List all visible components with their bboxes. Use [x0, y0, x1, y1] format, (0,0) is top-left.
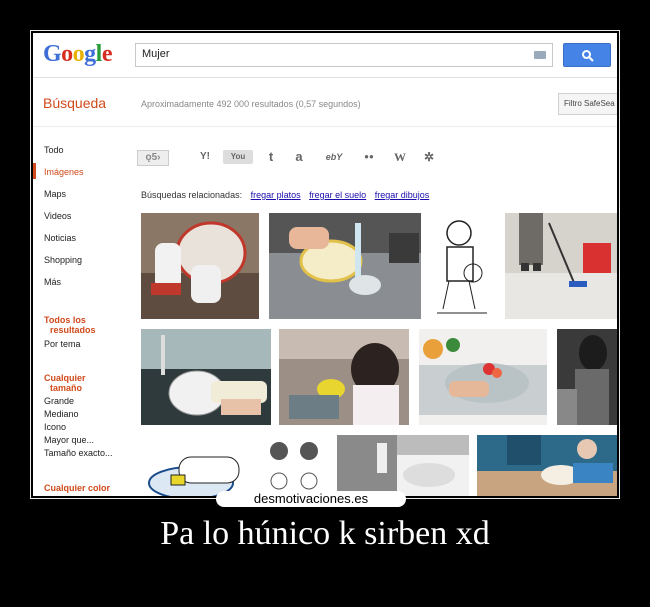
wikipedia-icon[interactable]: W [391, 150, 409, 164]
header-divider [33, 77, 617, 78]
image-result[interactable] [429, 213, 495, 319]
ask-icon[interactable]: ǫ5› [137, 150, 169, 166]
image-result[interactable] [141, 435, 259, 496]
yahoo-icon[interactable]: Y! [195, 150, 215, 164]
image-result[interactable] [141, 213, 259, 319]
filter-size-grande[interactable]: Grande [44, 396, 74, 406]
keyboard-icon[interactable] [534, 51, 546, 59]
logo-letter: G [43, 41, 62, 67]
related-link-fregar-suelo[interactable]: fregar el suelo [309, 190, 366, 200]
nav-item-maps[interactable]: Maps [44, 189, 66, 199]
filter-size-icono[interactable]: Icono [44, 422, 66, 432]
tumblr-icon[interactable]: t [263, 150, 279, 164]
image-result[interactable] [477, 435, 617, 496]
logo-letter: o [61, 41, 73, 67]
related-link-fregar-dibujos[interactable]: fregar dibujos [375, 190, 430, 200]
filter-size-exacto[interactable]: Tamaño exacto... [44, 448, 113, 458]
subheader-divider [33, 126, 617, 127]
watermark: desmotivaciones.es [216, 491, 406, 507]
related-searches: Búsquedas relacionadas: fregar platos fr… [141, 190, 429, 200]
amazon-icon[interactable]: a [291, 150, 307, 164]
search-button[interactable] [563, 43, 611, 67]
filter-size-mayor[interactable]: Mayor que... [44, 435, 94, 445]
filter-all-results-line2[interactable]: resultados [50, 325, 96, 335]
google-logo[interactable]: Google [43, 41, 113, 68]
logo-letter: g [84, 41, 96, 67]
ebay-icon[interactable]: ebY [321, 150, 347, 164]
logo-letter: e [101, 41, 113, 67]
filter-all-results-line1[interactable]: Todos los [44, 315, 86, 325]
logo-letter: o [72, 41, 85, 67]
image-result[interactable] [269, 213, 421, 319]
image-result[interactable] [279, 329, 409, 425]
related-link-fregar-platos[interactable]: fregar platos [251, 190, 301, 200]
nav-item-shopping[interactable]: Shopping [44, 255, 82, 265]
safesearch-filter-button[interactable]: Filtro SafeSea [558, 93, 617, 115]
nav-item-mas[interactable]: Más [44, 277, 61, 287]
search-input[interactable]: Mujer [135, 43, 553, 67]
image-result[interactable] [505, 213, 617, 319]
nav-item-todo[interactable]: Todo [44, 145, 64, 155]
filter-size-head-line2[interactable]: tamaño [50, 383, 82, 393]
delicious-icon[interactable]: ✲ [421, 150, 437, 164]
search-icon [582, 50, 594, 62]
related-label: Búsquedas relacionadas: [141, 190, 243, 200]
search-input-value: Mujer [142, 48, 170, 60]
image-result[interactable] [557, 329, 617, 425]
image-result[interactable] [265, 435, 327, 496]
image-result[interactable] [337, 435, 469, 496]
nav-item-videos[interactable]: Videos [44, 211, 71, 221]
image-result[interactable] [141, 329, 271, 425]
active-nav-indicator [33, 163, 36, 179]
nav-item-imagenes[interactable]: Imágenes [44, 167, 84, 177]
poster-caption: Pa lo húnico k sirben xd [160, 515, 490, 552]
youtube-icon[interactable]: You [223, 150, 253, 164]
filter-color-head[interactable]: Cualquier color [44, 483, 110, 493]
nav-item-noticias[interactable]: Noticias [44, 233, 76, 243]
filter-size-head-line1[interactable]: Cualquier [44, 373, 86, 383]
filter-size-mediano[interactable]: Mediano [44, 409, 79, 419]
google-screenshot: Google Mujer Búsqueda Aproximadamente 49… [33, 33, 617, 496]
image-result[interactable] [419, 329, 547, 425]
flickr-icon[interactable]: ●● [359, 150, 379, 164]
section-title: Búsqueda [43, 95, 107, 111]
filter-por-tema[interactable]: Por tema [44, 339, 81, 349]
source-toolbar: ǫ5› Y! You t a ebY ●● W ✲ [137, 150, 617, 166]
results-stats: Aproximadamente 492 000 resultados (0,57… [141, 99, 361, 109]
